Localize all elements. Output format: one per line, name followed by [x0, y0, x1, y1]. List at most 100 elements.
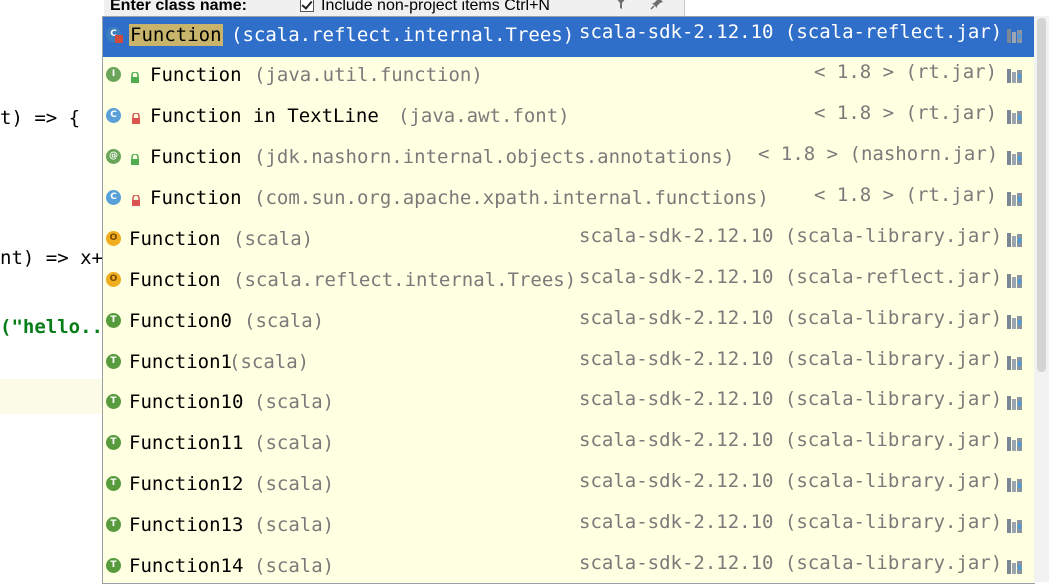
library-jar-icon	[1007, 29, 1022, 43]
scala-trait-icon: T	[106, 313, 124, 331]
result-library: < 1.8 > (nashorn.jar)	[758, 143, 999, 165]
library-jar-icon	[1007, 69, 1022, 83]
annotation-icon: @	[106, 149, 124, 167]
scala-object-icon: O	[106, 272, 124, 290]
result-row[interactable]: O Function (scala.reflect.internal.Trees) s…	[103, 262, 1035, 302]
result-row[interactable]: T Function1 (scala) scala-sdk-2.12.10 (scal…	[103, 344, 1035, 384]
result-library: scala-sdk-2.12.10 (scala-library.jar)	[579, 511, 1003, 533]
java-interface-icon: I	[106, 67, 124, 85]
result-row[interactable]: C Function (com.sun.org.apache.xpath.inter…	[103, 180, 1035, 220]
result-package: (java.awt.font)	[398, 105, 570, 127]
result-class-name: Function	[150, 64, 242, 86]
result-class-name: Function0	[129, 310, 232, 332]
public-lock-icon	[131, 72, 139, 83]
library-jar-icon	[1007, 396, 1022, 410]
result-package: (scala)	[254, 432, 335, 454]
library-jar-icon	[1007, 560, 1022, 574]
result-package: (java.util.function)	[254, 64, 483, 86]
result-class-name: Function13	[129, 514, 244, 536]
scala-trait-icon: T	[106, 394, 124, 412]
scala-trait-icon: T	[106, 354, 124, 372]
result-library: < 1.8 > (rt.jar)	[814, 184, 998, 206]
library-jar-icon	[1007, 478, 1022, 492]
result-library: < 1.8 > (rt.jar)	[814, 102, 998, 124]
result-class-name: Function	[129, 228, 221, 250]
scrollbar-thumb[interactable]	[1037, 18, 1046, 372]
result-library: scala-sdk-2.12.10 (scala-reflect.jar)	[579, 266, 1003, 288]
result-row[interactable]: @ Function (jdk.nashorn.internal.objects.a…	[103, 139, 1035, 179]
scala-trait-icon: T	[106, 435, 124, 453]
result-class-name: Function in TextLine	[150, 105, 379, 127]
result-row[interactable]: T Function0 (scala) scala-sdk-2.12.10 (scal…	[103, 303, 1035, 343]
java-class-icon: C	[106, 190, 124, 208]
result-row[interactable]: T Function12 (scala) scala-sdk-2.12.10 (sca…	[103, 466, 1035, 506]
result-library: scala-sdk-2.12.10 (scala-library.jar)	[579, 552, 1003, 574]
result-library: scala-sdk-2.12.10 (scala-library.jar)	[579, 388, 1003, 410]
class-search-results: C Function (scala.reflect.internal.Trees) s…	[102, 16, 1035, 584]
result-class-name: Function12	[129, 473, 244, 495]
result-package: (scala)	[254, 514, 335, 536]
result-row[interactable]: C Function (scala.reflect.internal.Trees) s…	[103, 17, 1035, 57]
include-non-project-label[interactable]: Include non-project items Ctrl+N	[321, 0, 550, 15]
result-package: (scala)	[254, 473, 335, 495]
result-package: (jdk.nashorn.internal.objects.annotation…	[254, 146, 735, 168]
result-package: (scala)	[233, 228, 314, 250]
pin-icon[interactable]	[650, 0, 664, 10]
result-class-name: Function10	[129, 391, 244, 413]
result-row[interactable]: C Function in TextLine (java.awt.font) < 1.…	[103, 98, 1035, 138]
enter-class-name-label: Enter class name:	[110, 0, 247, 14]
result-library: scala-sdk-2.12.10 (scala-library.jar)	[579, 307, 1003, 329]
filter-icon[interactable]	[614, 0, 628, 10]
scala-trait-icon: T	[106, 558, 124, 576]
scala-trait-icon: T	[106, 476, 124, 494]
library-jar-icon	[1007, 151, 1022, 165]
result-row[interactable]: T Function13 (scala) scala-sdk-2.12.10 (sca…	[103, 507, 1035, 547]
result-package: (scala)	[229, 351, 310, 373]
results-scrollbar[interactable]	[1034, 16, 1049, 582]
result-library: scala-sdk-2.12.10 (scala-library.jar)	[579, 429, 1003, 451]
library-jar-icon	[1007, 192, 1022, 206]
scala-object-icon: O	[106, 231, 124, 249]
result-package: (com.sun.org.apache.xpath.internal.funct…	[254, 187, 769, 209]
library-jar-icon	[1007, 110, 1022, 124]
result-package: (scala.reflect.internal.Trees)	[231, 24, 575, 46]
library-jar-icon	[1007, 437, 1022, 451]
code-line: t) => {	[0, 107, 81, 129]
result-package: (scala)	[254, 555, 335, 577]
public-lock-icon	[131, 154, 139, 165]
scala-trait-icon: T	[106, 517, 124, 535]
result-class-name: Function	[150, 146, 242, 168]
code-line: nt) => x+	[0, 247, 103, 269]
result-library: < 1.8 > (rt.jar)	[814, 61, 998, 83]
result-row[interactable]: T Function10 (scala) scala-sdk-2.12.10 (sca…	[103, 384, 1035, 424]
library-jar-icon	[1007, 519, 1022, 533]
code-editor[interactable]: t) => { nt) => x+ ("hello..	[0, 0, 104, 582]
library-jar-icon	[1007, 315, 1022, 329]
private-lock-icon	[132, 113, 140, 124]
code-line: ("hello..	[0, 316, 103, 338]
result-class-name: Function14	[129, 555, 244, 577]
result-class-name: Function	[150, 187, 242, 209]
result-row[interactable]: T Function14 (scala) scala-sdk-2.12.10 (sca…	[103, 548, 1035, 583]
result-package: (scala.reflect.internal.Trees)	[233, 269, 577, 291]
result-library: scala-sdk-2.12.10 (scala-library.jar)	[579, 348, 1003, 370]
result-library: scala-sdk-2.12.10 (scala-library.jar)	[579, 225, 1003, 247]
result-package: (scala)	[244, 310, 325, 332]
java-class-icon: C	[106, 108, 124, 126]
result-row[interactable]: O Function (scala) scala-sdk-2.12.10 (scala…	[103, 221, 1035, 261]
result-row[interactable]: T Function11 (scala) scala-sdk-2.12.10 (sca…	[103, 425, 1035, 465]
include-non-project-checkbox[interactable]	[300, 0, 314, 12]
result-class-name: Function11	[129, 432, 244, 454]
library-jar-icon	[1007, 356, 1022, 370]
result-library: scala-sdk-2.12.10 (scala-reflect.jar)	[579, 21, 1003, 43]
result-class-name: Function	[129, 24, 223, 46]
result-library: scala-sdk-2.12.10 (scala-library.jar)	[579, 470, 1003, 492]
scala-class-icon: C	[106, 27, 124, 45]
private-lock-icon	[132, 195, 140, 206]
current-line-highlight	[0, 379, 104, 414]
result-class-name: Function1	[129, 351, 232, 373]
result-class-name: Function	[129, 269, 221, 291]
result-row[interactable]: I Function (java.util.function) < 1.8 > (rt…	[103, 57, 1035, 97]
result-package: (scala)	[254, 391, 335, 413]
library-jar-icon	[1007, 233, 1022, 247]
